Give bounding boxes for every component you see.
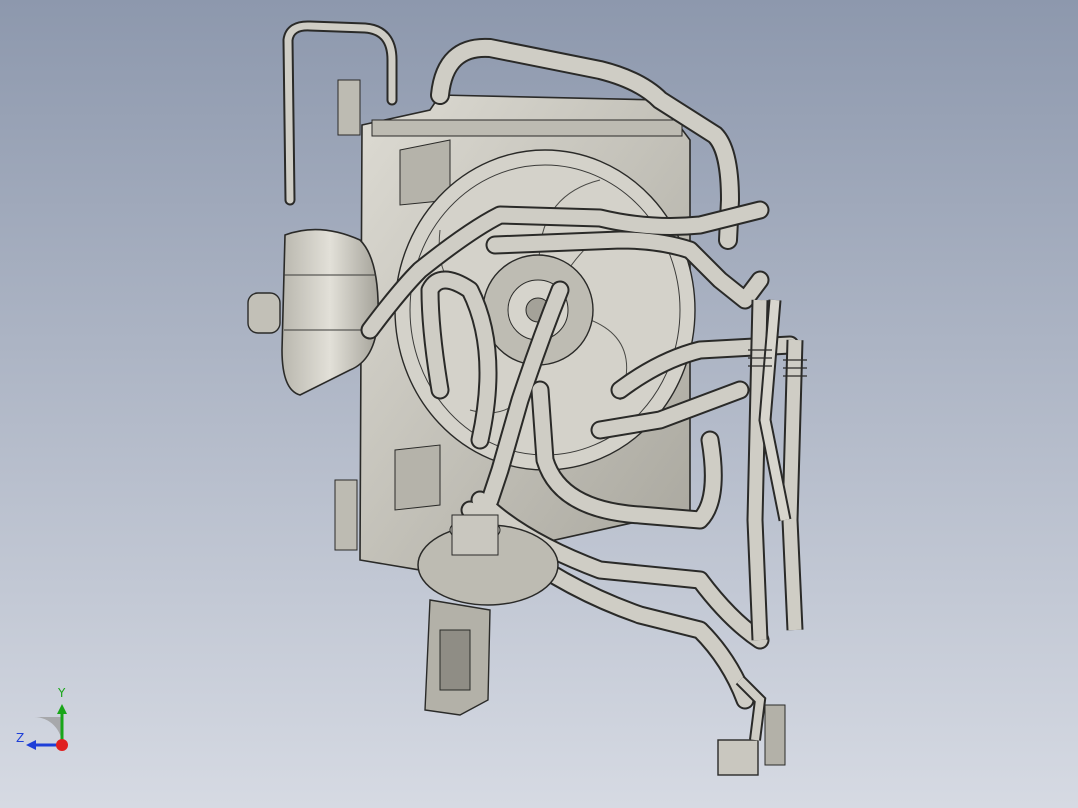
pump-housing — [417, 514, 559, 716]
lower-connector — [717, 675, 786, 776]
coordinate-triad — [26, 704, 68, 751]
y-axis-head — [57, 704, 67, 714]
x-axis-dot — [56, 739, 68, 751]
expansion-tank — [247, 228, 379, 396]
y-axis-label: Y — [58, 686, 66, 700]
z-axis-head — [26, 740, 36, 750]
cooling-module-model[interactable] — [0, 0, 1078, 808]
cad-viewport[interactable]: Y Z — [0, 0, 1078, 808]
z-axis-label: Z — [16, 731, 25, 745]
